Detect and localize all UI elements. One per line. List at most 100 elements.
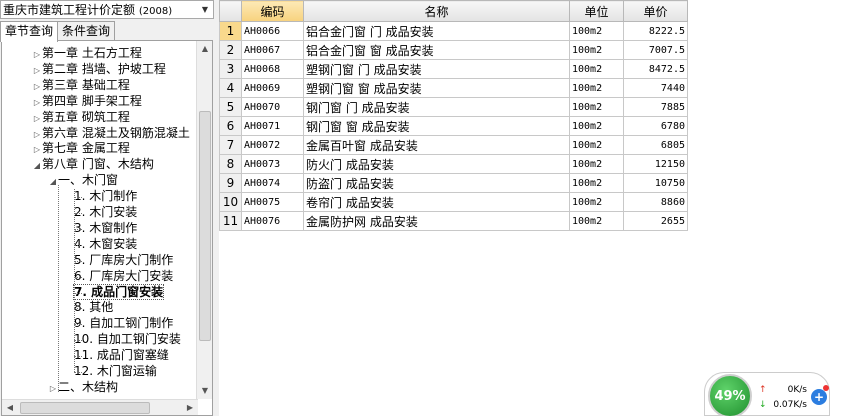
tree-item-label: 二、木结构 bbox=[58, 379, 119, 394]
price-cell: 8472.5 bbox=[623, 59, 688, 79]
code-cell: AH0075 bbox=[241, 192, 304, 212]
tree-item-label: 第一章 土石方工程 bbox=[42, 46, 142, 60]
table-row[interactable]: 11 AH0076 金属防护网 成品安装 100m2 2655 bbox=[219, 211, 688, 231]
table-row[interactable]: 10 AH0075 卷帘门 成品安装 100m2 8860 bbox=[219, 192, 688, 212]
expand-toggle-icon[interactable]: ▷ bbox=[32, 79, 42, 94]
quota-selector-value: 重庆市建筑工程计价定额 (2008) bbox=[3, 3, 173, 17]
column-header-name[interactable]: 名称 bbox=[303, 0, 570, 22]
name-cell: 金属百叶窗 成品安装 bbox=[303, 135, 570, 155]
unit-cell: 100m2 bbox=[569, 40, 624, 60]
tab-condition-query[interactable]: 条件查询 bbox=[57, 21, 116, 41]
scroll-right-icon[interactable]: ▶ bbox=[182, 400, 198, 415]
tree-line bbox=[74, 260, 82, 262]
price-cell: 8860 bbox=[623, 192, 688, 212]
row-number: 10 bbox=[219, 192, 242, 212]
tree-horizontal-scrollbar[interactable]: ◀ ▶ bbox=[2, 399, 198, 415]
tree-item-label: 第四章 脚手架工程 bbox=[42, 93, 142, 108]
table-row[interactable]: 3 AH0068 塑钢门窗 门 成品安装 100m2 8472.5 bbox=[219, 59, 688, 79]
table-row[interactable]: 8 AH0073 防火门 成品安装 100m2 12150 bbox=[219, 154, 688, 174]
tree-item-label: 9. 自加工钢门制作 bbox=[74, 316, 174, 331]
tree-line bbox=[74, 324, 82, 326]
app-window: 重庆市建筑工程计价定额 (2008) ▼ 章节查询 条件查询 ▷ 第一章 土石方工… bbox=[0, 0, 855, 416]
unit-cell: 100m2 bbox=[569, 21, 624, 41]
code-cell: AH0076 bbox=[241, 211, 304, 231]
tree-vertical-scrollbar[interactable]: ▲ ▼ bbox=[196, 41, 212, 399]
expand-toggle-icon[interactable]: ▷ bbox=[48, 381, 58, 396]
code-cell: AH0071 bbox=[241, 116, 304, 136]
unit-cell: 100m2 bbox=[569, 78, 624, 98]
row-number: 8 bbox=[219, 154, 242, 174]
name-cell: 防盗门 成品安装 bbox=[303, 173, 570, 193]
column-header-unit[interactable]: 单位 bbox=[569, 0, 624, 22]
tree-item-label: 10. 自加工钢门安装 bbox=[74, 332, 181, 347]
unit-cell: 100m2 bbox=[569, 59, 624, 79]
row-number: 1 bbox=[219, 21, 242, 41]
unit-cell: 100m2 bbox=[569, 211, 624, 231]
table-row[interactable]: 7 AH0072 金属百叶窗 成品安装 100m2 6805 bbox=[219, 135, 688, 155]
tree-item-label: 6. 厂库房大门安装 bbox=[74, 268, 174, 283]
column-header-code[interactable]: 编码 bbox=[241, 0, 304, 22]
row-number: 2 bbox=[219, 40, 242, 60]
tree-item[interactable]: ◢ 第八章 门窗、木结构 bbox=[32, 157, 154, 172]
chapter-tree: ▷ 第一章 土石方工程 ▷ 第二章 挡墙、护坡工程 ▷ 第三章 基础工程 ▷ 第四章 脚手架工… bbox=[1, 40, 213, 416]
code-cell: AH0070 bbox=[241, 97, 304, 117]
plus-icon[interactable]: + bbox=[811, 389, 827, 405]
row-number: 6 bbox=[219, 116, 242, 136]
tree-item[interactable]: 8. 其他 bbox=[64, 300, 113, 315]
arrow-up-icon: ↑ bbox=[759, 385, 767, 395]
expand-toggle-icon[interactable]: ▷ bbox=[32, 142, 42, 157]
table-row[interactable]: 6 AH0071 钢门窗 窗 成品安装 100m2 6780 bbox=[219, 116, 688, 136]
tab-chapter-query[interactable]: 章节查询 bbox=[0, 21, 59, 42]
table-row[interactable]: 4 AH0069 塑钢门窗 窗 成品安装 100m2 7440 bbox=[219, 78, 688, 98]
table-row[interactable]: 2 AH0067 铝合金门窗 窗 成品安装 100m2 7007.5 bbox=[219, 40, 688, 60]
tree-item[interactable]: ▷ 第六章 混凝土及钢筋混凝土 bbox=[32, 126, 190, 141]
table-row[interactable]: 9 AH0074 防盗门 成品安装 100m2 10750 bbox=[219, 173, 688, 193]
query-tabs: 章节查询 条件查询 bbox=[0, 21, 116, 42]
tree-item[interactable]: ▷ 第一章 土石方工程 bbox=[32, 46, 142, 61]
tree-item-label: 1. 木门制作 bbox=[74, 189, 138, 204]
unit-cell: 100m2 bbox=[569, 116, 624, 136]
expand-toggle-icon[interactable]: ▷ bbox=[32, 47, 42, 62]
network-speed-widget[interactable]: 49% ↑ 0K/s ↓ 0.07K/s + bbox=[704, 372, 830, 416]
expand-toggle-icon[interactable]: ▷ bbox=[32, 95, 42, 110]
expand-toggle-icon[interactable]: ◢ bbox=[32, 158, 42, 173]
table-row[interactable]: 5 AH0070 钢门窗 门 成品安装 100m2 7885 bbox=[219, 97, 688, 117]
tree-item[interactable]: ▷ 第三章 基础工程 bbox=[32, 78, 130, 93]
tree-item[interactable]: ▷ 第二章 挡墙、护坡工程 bbox=[32, 62, 166, 77]
scrollbar-thumb[interactable] bbox=[199, 111, 211, 341]
row-number: 5 bbox=[219, 97, 242, 117]
scrollbar-thumb[interactable] bbox=[20, 402, 150, 414]
tree-item-label: 第七章 金属工程 bbox=[42, 141, 130, 156]
name-cell: 钢门窗 窗 成品安装 bbox=[303, 116, 570, 136]
memory-usage-indicator[interactable]: 49% bbox=[708, 374, 752, 416]
expand-toggle-icon[interactable]: ▷ bbox=[32, 63, 42, 78]
expand-toggle-icon[interactable]: ◢ bbox=[48, 174, 58, 189]
price-cell: 7885 bbox=[623, 97, 688, 117]
scroll-up-icon[interactable]: ▲ bbox=[197, 41, 212, 57]
tree-item[interactable]: ▷ 第七章 金属工程 bbox=[32, 141, 130, 156]
tree-item-label: 2. 木门安装 bbox=[74, 205, 138, 219]
price-cell: 8222.5 bbox=[623, 21, 688, 41]
expand-toggle-icon[interactable]: ▷ bbox=[32, 111, 42, 126]
unit-cell: 100m2 bbox=[569, 97, 624, 117]
table-row[interactable]: 1 AH0066 铝合金门窗 门 成品安装 100m2 8222.5 bbox=[219, 21, 688, 41]
unit-cell: 100m2 bbox=[569, 135, 624, 155]
tree-item-label: 3. 木窗制作 bbox=[74, 220, 138, 235]
quota-selector[interactable]: 重庆市建筑工程计价定额 (2008) ▼ bbox=[0, 0, 214, 19]
code-cell: AH0072 bbox=[241, 135, 304, 155]
expand-toggle-icon[interactable]: ▷ bbox=[32, 127, 42, 142]
scroll-down-icon[interactable]: ▼ bbox=[197, 383, 212, 399]
chevron-down-icon[interactable]: ▼ bbox=[197, 1, 213, 18]
column-header-price[interactable]: 单价 bbox=[623, 0, 688, 22]
tree-item-label: 一、木门窗 bbox=[58, 173, 119, 188]
row-number: 3 bbox=[219, 59, 242, 79]
scroll-left-icon[interactable]: ◀ bbox=[2, 400, 18, 415]
tree-line bbox=[74, 372, 82, 373]
quota-table: 编码 名称 单位 单价 1 AH0066 铝合金门窗 门 成品安装 100m2 8222… bbox=[219, 0, 688, 231]
tree-item-label: 第六章 混凝土及钢筋混凝土 bbox=[42, 125, 190, 140]
row-number: 4 bbox=[219, 78, 242, 98]
tree-item[interactable]: ▷ 第四章 脚手架工程 bbox=[32, 94, 142, 109]
row-number: 11 bbox=[219, 211, 242, 231]
download-speed: ↓ 0.07K/s bbox=[759, 400, 807, 410]
tree-item[interactable]: ▷ 第五章 砌筑工程 bbox=[32, 110, 130, 125]
